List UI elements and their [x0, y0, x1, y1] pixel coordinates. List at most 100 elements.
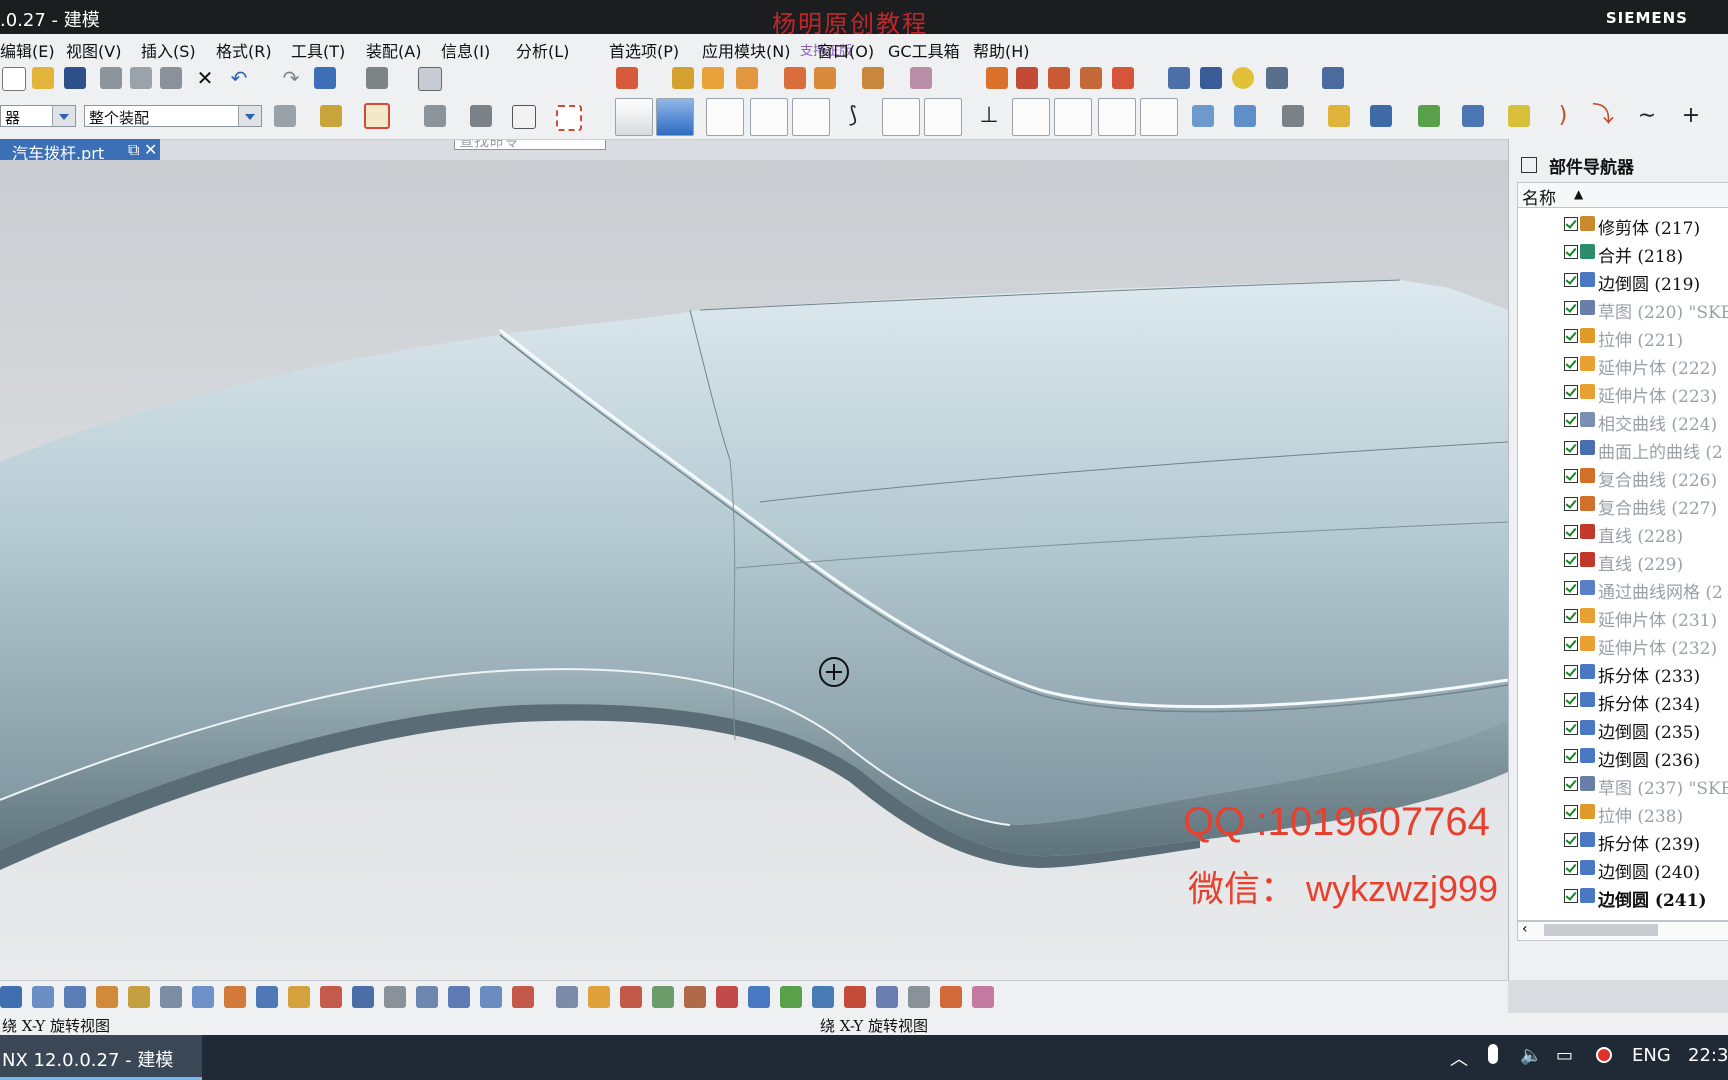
- bridge-icon[interactable]: [1080, 67, 1102, 89]
- color-map-icon[interactable]: [940, 986, 962, 1008]
- checkbox-checked-icon[interactable]: [1564, 777, 1578, 791]
- volume-icon[interactable]: 🔈: [1520, 1045, 1542, 1066]
- section-icon[interactable]: [416, 986, 438, 1008]
- face-icon[interactable]: [1192, 105, 1214, 127]
- tree-item[interactable]: 直线 (229): [1518, 546, 1728, 575]
- box-select-icon[interactable]: [512, 105, 536, 129]
- tools-icon[interactable]: [1266, 67, 1288, 89]
- sew-icon[interactable]: [512, 986, 534, 1008]
- open-icon[interactable]: [32, 67, 54, 89]
- layer-icon[interactable]: [1168, 67, 1190, 89]
- radius-icon[interactable]: [812, 986, 834, 1008]
- tree-item[interactable]: 复合曲线 (226): [1518, 462, 1728, 491]
- copy-icon[interactable]: [130, 67, 152, 89]
- checkbox-checked-icon[interactable]: [1564, 329, 1578, 343]
- pop-out-icon[interactable]: ⧉: [128, 140, 139, 160]
- name-column-header[interactable]: 名称 ▲: [1517, 182, 1728, 209]
- midpoint-icon[interactable]: [792, 98, 830, 136]
- feature-icon[interactable]: [672, 67, 694, 89]
- tree-item[interactable]: 通过曲线网格 (2: [1518, 574, 1728, 603]
- microphone-icon[interactable]: [1488, 1044, 1498, 1064]
- checkbox-checked-icon[interactable]: [1564, 693, 1578, 707]
- comb-icon[interactable]: [684, 986, 706, 1008]
- menu-help[interactable]: 帮助(H): [973, 38, 1030, 62]
- ruled-icon[interactable]: [160, 986, 182, 1008]
- tree-item[interactable]: 延伸片体 (222): [1518, 350, 1728, 379]
- menu-view[interactable]: 视图(V): [66, 38, 121, 62]
- check-icon[interactable]: [908, 986, 930, 1008]
- tree-item[interactable]: 拉伸 (221): [1518, 322, 1728, 351]
- menu-gc-toolbox[interactable]: GC工具箱: [888, 38, 960, 62]
- menu-edit[interactable]: 编辑(E): [0, 38, 55, 62]
- checkbox-checked-icon[interactable]: [1564, 749, 1578, 763]
- checkbox-checked-icon[interactable]: [1564, 525, 1578, 539]
- chevron-down-icon[interactable]: [238, 106, 261, 126]
- tree-item[interactable]: 直线 (228): [1518, 518, 1728, 547]
- assembly-icon[interactable]: [470, 105, 492, 127]
- tree-item[interactable]: 修剪体 (217): [1518, 210, 1728, 239]
- snap-icon[interactable]: [616, 67, 638, 89]
- tree-item[interactable]: 边倒圆 (219): [1518, 266, 1728, 295]
- checkbox-checked-icon[interactable]: [1564, 637, 1578, 651]
- curvature-icon[interactable]: [588, 986, 610, 1008]
- select-icon[interactable]: [274, 105, 296, 127]
- checkbox-checked-icon[interactable]: [1564, 497, 1578, 511]
- paste-icon[interactable]: [160, 67, 182, 89]
- filter-icon[interactable]: [320, 105, 342, 127]
- trim-icon[interactable]: [862, 67, 884, 89]
- info-icon[interactable]: [418, 67, 442, 91]
- checkbox-checked-icon[interactable]: [1564, 889, 1578, 903]
- highlight-icon[interactable]: [716, 986, 738, 1008]
- draft-analysis-icon[interactable]: [620, 986, 642, 1008]
- checkbox-checked-icon[interactable]: [1564, 357, 1578, 371]
- clock[interactable]: 22:3: [1688, 1045, 1728, 1066]
- undo-icon[interactable]: ↶: [228, 67, 250, 89]
- chain-icon[interactable]: [1508, 105, 1530, 127]
- graphics-viewport[interactable]: QQ :1019607764 微信： wykzwzj999: [0, 160, 1508, 980]
- checkbox-checked-icon[interactable]: [1564, 833, 1578, 847]
- horizontal-scrollbar[interactable]: ‹: [1517, 921, 1728, 941]
- block-icon[interactable]: [736, 67, 758, 89]
- sweep-icon[interactable]: [64, 986, 86, 1008]
- checkbox-checked-icon[interactable]: [1564, 385, 1578, 399]
- menu-window[interactable]: 窗口(O): [817, 38, 874, 62]
- arc-center-icon[interactable]: [1012, 98, 1050, 136]
- trim-sheet-icon[interactable]: [288, 986, 310, 1008]
- hedgehog-icon[interactable]: [844, 986, 866, 1008]
- curve-point-icon[interactable]: ⟆: [842, 105, 864, 127]
- coin-icon[interactable]: [1232, 67, 1254, 89]
- language-indicator[interactable]: ENG: [1632, 1045, 1671, 1066]
- tree-item[interactable]: 复合曲线 (227): [1518, 490, 1728, 519]
- stack-icon[interactable]: [1462, 105, 1484, 127]
- studio-icon[interactable]: [192, 986, 214, 1008]
- close-icon[interactable]: ✕: [144, 140, 157, 159]
- taskbar-app-nx[interactable]: NX 12.0.0.27 - 建模: [0, 1035, 202, 1080]
- offset-curve-icon[interactable]: [1112, 67, 1134, 89]
- bracket-icon[interactable]: ): [1552, 105, 1574, 127]
- redo-icon[interactable]: ↷: [280, 67, 302, 89]
- quadrant-icon[interactable]: [1054, 98, 1092, 136]
- pattern-icon[interactable]: [910, 67, 932, 89]
- checkbox-checked-icon[interactable]: [1564, 721, 1578, 735]
- hammer-icon[interactable]: [1418, 105, 1440, 127]
- spline-icon[interactable]: [1048, 67, 1070, 89]
- plus-icon[interactable]: +: [1680, 105, 1702, 127]
- existing-point-icon[interactable]: [1098, 98, 1136, 136]
- checkbox-checked-icon[interactable]: [1564, 413, 1578, 427]
- surface-icon[interactable]: [0, 986, 22, 1008]
- network-icon[interactable]: ▭: [1556, 1045, 1573, 1066]
- thicken-icon[interactable]: [128, 986, 150, 1008]
- face-blend-icon[interactable]: [352, 986, 374, 1008]
- point-snap-icon[interactable]: [706, 98, 744, 136]
- snap-point-icon[interactable]: [364, 103, 390, 129]
- endpoint-icon[interactable]: [750, 98, 788, 136]
- cut-icon[interactable]: [100, 67, 122, 89]
- delete-icon[interactable]: ✕: [194, 67, 216, 89]
- bounded-plane-icon[interactable]: [1234, 105, 1256, 127]
- tree-item[interactable]: 边倒圆 (240): [1518, 854, 1728, 883]
- sphere-icon[interactable]: [784, 67, 806, 89]
- tree-item[interactable]: 拆分体 (234): [1518, 686, 1728, 715]
- wave-icon[interactable]: ∼: [1636, 105, 1658, 127]
- tree-item[interactable]: 曲面上的曲线 (2: [1518, 434, 1728, 463]
- render-style-icon[interactable]: [366, 67, 388, 89]
